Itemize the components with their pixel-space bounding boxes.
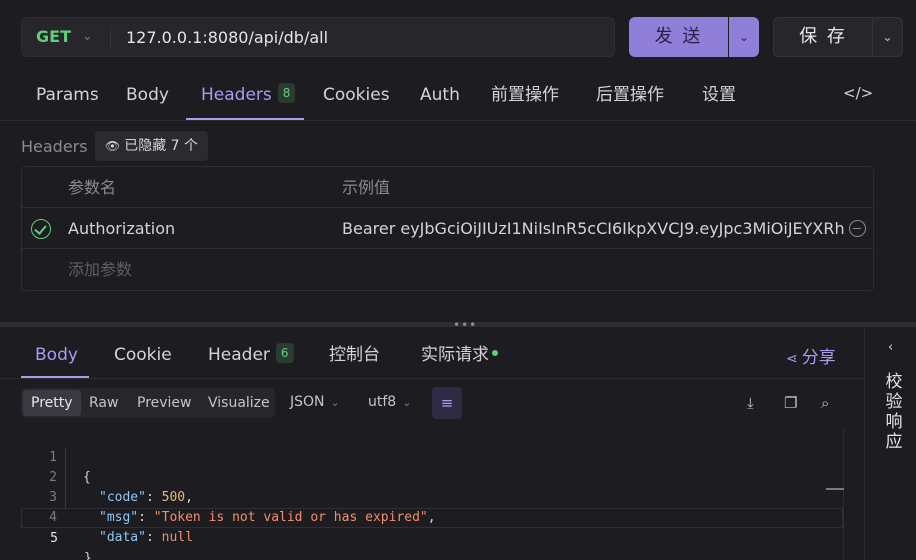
validate-response-label[interactable]: 校验响应 bbox=[883, 372, 905, 452]
tab-response-body[interactable]: Body bbox=[35, 327, 78, 379]
tab-settings[interactable]: 设置 bbox=[702, 68, 736, 121]
format-pretty[interactable]: Pretty bbox=[23, 390, 81, 416]
url-bar: GET ⌄ bbox=[21, 17, 615, 57]
save-dropdown-chevron-icon[interactable]: ⌄ bbox=[873, 17, 903, 57]
enabled-check-icon[interactable] bbox=[31, 219, 51, 239]
request-tabs: Params Body Headers 8 Cookies Auth 前置操作 后… bbox=[0, 68, 916, 121]
format-raw[interactable]: Raw bbox=[81, 390, 126, 416]
headers-count-badge: 8 bbox=[277, 83, 296, 103]
tab-auth[interactable]: Auth bbox=[420, 68, 460, 121]
url-input[interactable] bbox=[126, 18, 596, 56]
format-preview[interactable]: Preview bbox=[129, 390, 200, 416]
eye-icon: 👁 bbox=[105, 139, 121, 153]
copy-icon[interactable]: ❐ bbox=[784, 394, 797, 412]
tab-cookies[interactable]: Cookies bbox=[323, 68, 390, 121]
tab-response-header[interactable]: Header 6 bbox=[208, 327, 294, 379]
scrollbar-thumb[interactable] bbox=[826, 488, 844, 490]
code-line: 2 "code": 500, bbox=[49, 470, 193, 505]
tab-headers[interactable]: Headers 8 bbox=[201, 68, 296, 121]
headers-table: 参数名 示例值 Authorization Bearer eyJbGciOiJI… bbox=[21, 166, 874, 291]
chevron-down-icon: ⌄ bbox=[330, 396, 340, 409]
column-header-name: 参数名 bbox=[68, 178, 117, 197]
table-header-row: 参数名 示例值 bbox=[22, 167, 873, 208]
tab-response-cookie[interactable]: Cookie bbox=[114, 327, 172, 379]
headers-section-label: Headers bbox=[21, 137, 88, 156]
chevron-left-icon[interactable]: ‹ bbox=[888, 340, 893, 355]
format-tabs: Pretty Raw Preview Visualize bbox=[21, 388, 275, 418]
search-icon[interactable]: ⌕ bbox=[821, 394, 829, 412]
remove-row-icon[interactable] bbox=[849, 220, 866, 237]
tab-pre-processors[interactable]: 前置操作 bbox=[491, 68, 559, 121]
header-value-cell[interactable]: Bearer eyJbGciOiJIUzI1NiIsInR5cCI6IkpXVC… bbox=[342, 208, 844, 249]
tab-body[interactable]: Body bbox=[126, 68, 169, 121]
language-select[interactable]: JSON ⌄ bbox=[290, 394, 340, 410]
save-button[interactable]: 保 存 bbox=[773, 17, 873, 57]
header-name-cell[interactable]: Authorization bbox=[68, 208, 175, 249]
hidden-headers-toggle[interactable]: 👁 已隐藏 7 个 bbox=[95, 131, 209, 161]
word-wrap-icon[interactable]: ≡ bbox=[432, 387, 462, 419]
code-line: 3 "msg": "Token is not valid or has expi… bbox=[49, 490, 436, 525]
add-param-placeholder[interactable]: 添加参数 bbox=[68, 249, 132, 290]
share-icon: ⋖ bbox=[786, 351, 798, 367]
active-response-tab-indicator bbox=[21, 376, 89, 378]
chevron-down-icon: ⌄ bbox=[402, 396, 412, 409]
response-header-count-badge: 6 bbox=[275, 343, 294, 363]
status-dot-icon bbox=[492, 350, 498, 356]
send-button[interactable]: 发 送 bbox=[629, 17, 728, 57]
encoding-select[interactable]: utf8 ⌄ bbox=[368, 394, 411, 410]
divider bbox=[110, 26, 111, 48]
method-selector[interactable]: GET bbox=[36, 18, 71, 56]
share-button[interactable]: ⋖ 分享 bbox=[786, 343, 836, 368]
column-header-value: 示例值 bbox=[342, 178, 391, 197]
indent-guide bbox=[65, 448, 66, 508]
send-dropdown-chevron-icon[interactable]: ⌄ bbox=[729, 17, 759, 57]
add-param-row[interactable]: 添加参数 bbox=[22, 249, 873, 290]
code-line: 1 { bbox=[49, 450, 91, 485]
tab-console[interactable]: 控制台 bbox=[329, 327, 380, 379]
code-line: 4 "data": null bbox=[49, 510, 193, 545]
response-body-viewer[interactable]: 1 { 2 "code": 500, 3 "msg": "Token is no… bbox=[21, 428, 843, 560]
tab-params[interactable]: Params bbox=[36, 68, 99, 121]
code-snippet-icon[interactable]: </> bbox=[843, 84, 873, 102]
table-row: Authorization Bearer eyJbGciOiJIUzI1NiIs… bbox=[22, 208, 873, 249]
code-line-current: 5 } bbox=[21, 508, 843, 560]
response-tabs: Body Cookie Header 6 控制台 实际请求 bbox=[0, 327, 864, 379]
format-visualize[interactable]: Visualize bbox=[200, 390, 278, 416]
scrollbar-track[interactable] bbox=[843, 428, 844, 560]
tab-post-processors[interactable]: 后置操作 bbox=[596, 68, 664, 121]
download-icon[interactable]: ⤓ bbox=[747, 394, 754, 412]
chevron-down-icon[interactable]: ⌄ bbox=[82, 18, 93, 56]
tab-actual-request[interactable]: 实际请求 bbox=[421, 327, 498, 379]
active-tab-indicator bbox=[186, 118, 304, 120]
